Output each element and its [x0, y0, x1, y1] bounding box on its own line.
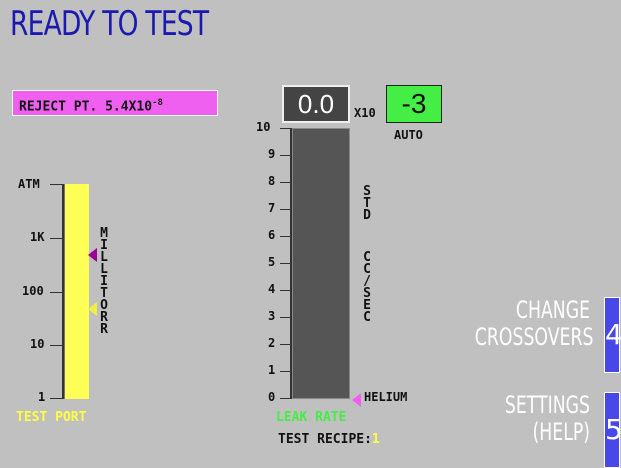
leak-tick: [280, 371, 290, 372]
leak-tick: [280, 128, 290, 129]
settings-help-softkey[interactable]: SETTINGS (HELP): [430, 392, 590, 468]
test-port-label: TEST PORT: [16, 410, 87, 425]
port-pressure-marker-icon: [88, 302, 97, 316]
softkey-5-button[interactable]: 5: [604, 392, 621, 468]
leak-scale-label: 10: [256, 120, 271, 134]
leak-tick: [280, 209, 290, 210]
leak-scale-label: 2: [268, 336, 276, 350]
leak-tick: [280, 344, 290, 345]
softkey-label-line2: CROSSOVERS: [474, 323, 594, 351]
port-scale-1: 1: [38, 390, 46, 404]
leak-scale-label: 1: [268, 363, 276, 377]
port-scale-1k: 1K: [30, 230, 45, 244]
port-tick: [50, 292, 62, 293]
leak-rate-label: LEAK RATE: [276, 410, 347, 425]
softkey-label-line1: CHANGE: [515, 296, 590, 324]
leak-scale-label: 7: [268, 201, 276, 215]
softkey-label-line1: SETTINGS: [504, 391, 590, 419]
port-tick: [50, 345, 62, 346]
leak-tick: [280, 290, 290, 291]
leak-scale-label: 3: [268, 309, 276, 323]
leak-scale-label: 5: [268, 255, 276, 269]
gas-label: HELIUM: [364, 390, 408, 404]
leak-tick: [280, 182, 290, 183]
leak-rate-multiplier: X10: [354, 106, 376, 120]
reject-point-box: REJECT PT. 5.4X10-8: [12, 90, 218, 116]
port-scale-100: 100: [22, 284, 44, 298]
port-scale-atm: ATM: [18, 177, 40, 191]
softkey-label-line2: (HELP): [532, 418, 590, 446]
leak-tick: [280, 236, 290, 237]
unit-letter: R: [100, 322, 108, 337]
leak-scale-label: 0: [268, 390, 276, 404]
test-recipe: TEST RECIPE:1: [278, 432, 380, 447]
leak-scale-label: 8: [268, 174, 276, 188]
reject-point-text: REJECT PT. 5.4X10: [19, 99, 153, 115]
leak-tick: [280, 263, 290, 264]
leak-scale-label: 9: [268, 147, 276, 161]
leak-tick: [280, 398, 290, 399]
test-recipe-label: TEST RECIPE:: [278, 432, 372, 447]
test-recipe-number: 1: [371, 432, 380, 447]
leak-rate-bar: [292, 128, 350, 399]
port-scale-10: 10: [30, 337, 45, 351]
leak-unit-line2: C C / S E C: [363, 250, 371, 325]
range-mode-label: AUTO: [394, 128, 423, 142]
reject-point-exponent: -8: [152, 98, 163, 108]
softkey-4-button[interactable]: 4: [604, 297, 621, 373]
port-tick: [50, 398, 62, 399]
port-tick: [50, 184, 62, 185]
screen-title: READY TO TEST: [10, 4, 209, 44]
leak-tick: [280, 317, 290, 318]
leak-scale-label: 6: [268, 228, 276, 242]
leak-rate-mantissa: 0.0: [282, 85, 350, 123]
change-crossovers-softkey[interactable]: CHANGE CROSSOVERS: [430, 296, 594, 375]
leak-unit-line1: STD: [363, 184, 371, 223]
port-unit-label: M I L L I T O R R: [97, 227, 111, 337]
port-tick: [50, 238, 62, 239]
leak-rate-exponent: -3: [386, 85, 442, 123]
helium-marker-icon: [352, 393, 361, 407]
leak-tick: [280, 155, 290, 156]
leak-scale-label: 4: [268, 282, 276, 296]
test-port-bar: [64, 184, 89, 399]
port-setpoint-marker-icon: [88, 248, 97, 262]
